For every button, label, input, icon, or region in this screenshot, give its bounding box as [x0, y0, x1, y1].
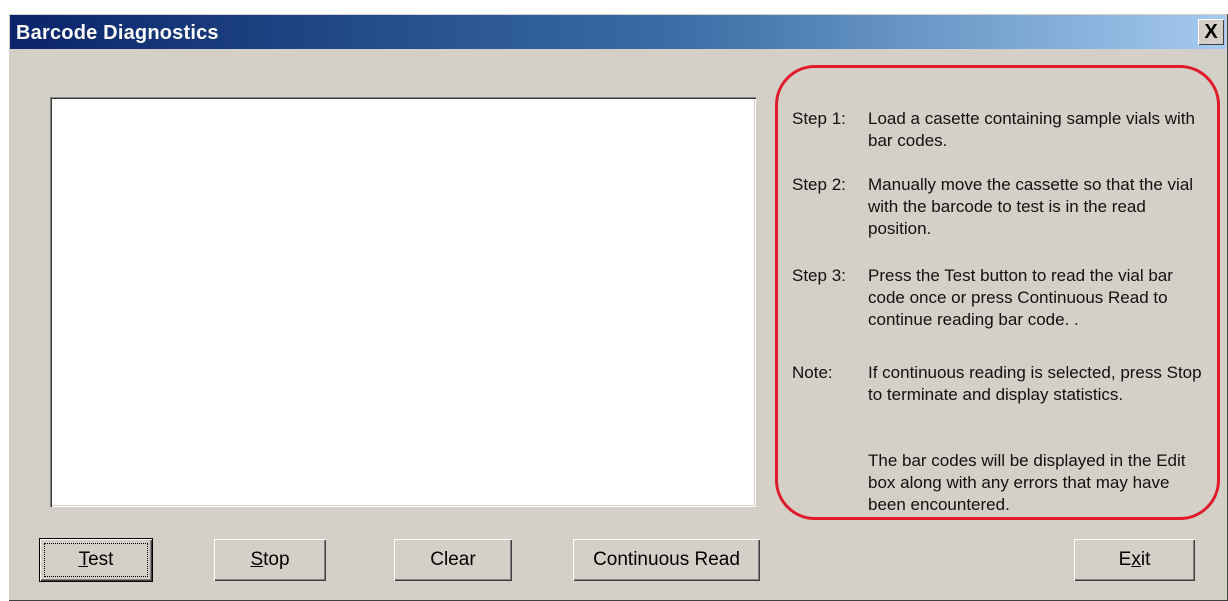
exit-label-pre: E [1118, 549, 1132, 570]
step-label: Step 1: [792, 109, 846, 128]
stop-mnemonic: S [250, 549, 264, 570]
window-title: Barcode Diagnostics [16, 22, 219, 44]
stop-button[interactable]: Stop [214, 539, 326, 581]
note-text: If continuous reading is selected, press… [868, 363, 1202, 404]
step-text: Load a casette containing sample vials w… [868, 109, 1195, 150]
focus-rectangle [44, 543, 148, 577]
exit-mnemonic: x [1131, 549, 1141, 570]
note-label: Note: [792, 363, 833, 382]
continuous-read-button[interactable]: Continuous Read [573, 539, 760, 581]
note-text: The bar codes will be displayed in the E… [868, 451, 1186, 514]
clear-label: Clear [430, 549, 476, 570]
close-button[interactable]: X [1198, 19, 1224, 45]
clear-button[interactable]: Clear [394, 539, 512, 581]
exit-label-rest: it [1140, 549, 1151, 570]
test-button[interactable]: Test [40, 539, 152, 581]
close-icon: X [1204, 21, 1218, 43]
continuous-read-label: Continuous Read [593, 549, 740, 570]
step-text: Press the Test button to read the vial b… [868, 266, 1173, 329]
barcode-edit-box[interactable] [50, 97, 756, 507]
title-bar[interactable]: Barcode Diagnostics X [10, 15, 1226, 49]
exit-button[interactable]: Exit [1074, 539, 1195, 581]
step-text: Manually move the cassette so that the v… [868, 175, 1194, 238]
step-label: Step 3: [792, 266, 846, 285]
barcode-diagnostics-dialog: Barcode Diagnostics X Step 1: Load a cas… [8, 13, 1228, 601]
instructions-panel: Step 1: Load a casette containing sample… [775, 65, 1220, 520]
stop-label-rest: top [263, 549, 290, 570]
step-label: Step 2: [792, 175, 846, 194]
